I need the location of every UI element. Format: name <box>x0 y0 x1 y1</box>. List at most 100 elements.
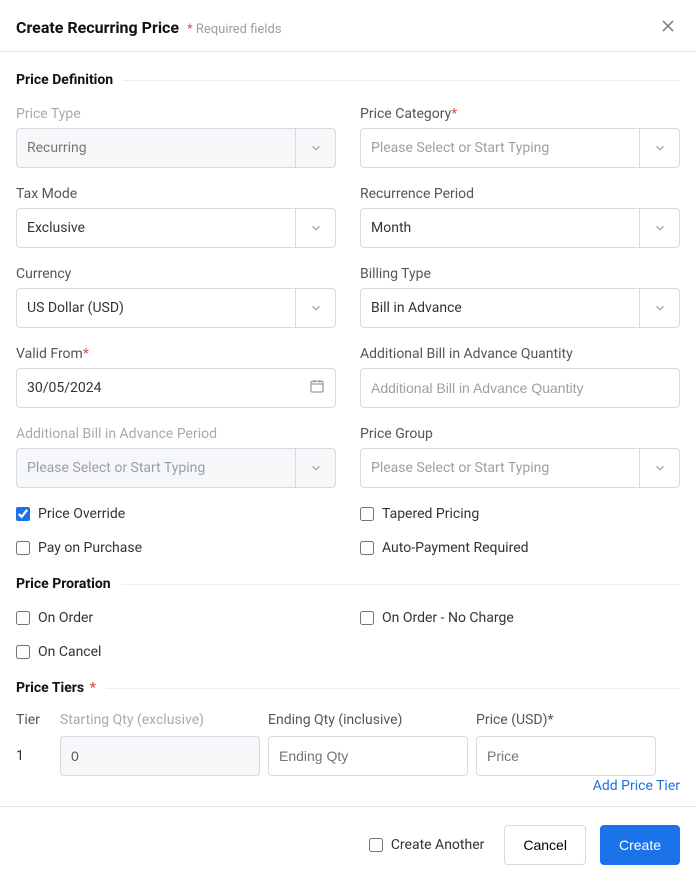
tiers-header: Tier Starting Qty (exclusive) Ending Qty… <box>16 700 680 728</box>
section-divider <box>106 688 680 689</box>
tier-ending-qty-input[interactable] <box>279 748 457 764</box>
add-tier-row: Add Price Tier <box>16 776 680 794</box>
select-value: Month <box>371 220 669 236</box>
section-divider <box>123 80 680 81</box>
select-value: US Dollar (USD) <box>27 300 325 316</box>
field-tax-mode: Tax Mode Exclusive <box>16 186 336 248</box>
select-tax-mode[interactable]: Exclusive <box>16 208 336 248</box>
checkbox-input-on-order-no-charge[interactable] <box>360 611 374 625</box>
tiers-col-ending-qty: Ending Qty (inclusive) <box>268 712 468 728</box>
section-title: Price Tiers * <box>16 680 96 696</box>
checkbox-input-tapered-pricing[interactable] <box>360 507 374 521</box>
field-recurrence-period: Recurrence Period Month <box>360 186 680 248</box>
tier-price-wrap <box>476 736 656 776</box>
select-placeholder: Please Select or Start Typing <box>27 460 325 476</box>
field-price-type: Price Type Recurring <box>16 106 336 168</box>
chevron-down-icon <box>295 289 335 327</box>
checkbox-label: On Order - No Charge <box>382 610 514 626</box>
checkbox-input-create-another[interactable] <box>369 838 383 852</box>
chevron-down-icon <box>639 449 679 487</box>
checkbox-input-on-cancel[interactable] <box>16 645 30 659</box>
checkbox-price-override[interactable]: Price Override <box>16 506 336 522</box>
label-recurrence-period: Recurrence Period <box>360 186 680 202</box>
dialog-title: Create Recurring Price <box>16 18 179 37</box>
section-divider <box>121 584 680 585</box>
field-currency: Currency US Dollar (USD) <box>16 266 336 328</box>
select-additional-bia-period[interactable]: Please Select or Start Typing <box>16 448 336 488</box>
field-billing-type: Billing Type Bill in Advance <box>360 266 680 328</box>
checkbox-label: Tapered Pricing <box>382 506 479 522</box>
field-additional-bia-period: Additional Bill in Advance Period Please… <box>16 426 336 488</box>
input-additional-bia-qty-wrap <box>360 368 680 408</box>
select-currency[interactable]: US Dollar (USD) <box>16 288 336 328</box>
price-proration-checkboxes: On Order On Order - No Charge On Cancel <box>16 596 680 660</box>
checkbox-tapered-pricing[interactable]: Tapered Pricing <box>360 506 680 522</box>
checkbox-label: Pay on Purchase <box>38 540 142 556</box>
select-billing-type[interactable]: Bill in Advance <box>360 288 680 328</box>
tier-ending-qty-wrap <box>268 736 468 776</box>
tier-index: 1 <box>16 748 52 764</box>
price-definition-grid: Price Type Recurring Price Category* Ple… <box>16 92 680 488</box>
label-valid-from: Valid From* <box>16 346 336 362</box>
cancel-button[interactable]: Cancel <box>504 825 586 865</box>
section-title: Price Proration <box>16 576 111 592</box>
checkbox-label: On Order <box>38 610 93 626</box>
section-price-tiers: Price Tiers * <box>16 660 680 700</box>
tiers-col-tier: Tier <box>16 712 52 728</box>
field-price-category: Price Category* Please Select or Start T… <box>360 106 680 168</box>
checkbox-on-cancel[interactable]: On Cancel <box>16 644 336 660</box>
dialog-footer: Create Another Cancel Create <box>0 806 696 883</box>
tier-starting-qty-input <box>71 748 249 764</box>
label-price-category: Price Category* <box>360 106 680 122</box>
chevron-down-icon <box>295 209 335 247</box>
select-placeholder: Please Select or Start Typing <box>371 460 669 476</box>
checkbox-input-auto-payment-required[interactable] <box>360 541 374 555</box>
add-price-tier-link[interactable]: Add Price Tier <box>593 778 680 794</box>
tier-price-input[interactable] <box>487 748 645 764</box>
select-price-category[interactable]: Please Select or Start Typing <box>360 128 680 168</box>
create-button[interactable]: Create <box>600 825 680 865</box>
select-recurrence-period[interactable]: Month <box>360 208 680 248</box>
chevron-down-icon <box>295 449 335 487</box>
field-additional-bia-qty: Additional Bill in Advance Quantity <box>360 346 680 408</box>
price-definition-checkboxes: Price Override Tapered Pricing Pay on Pu… <box>16 488 680 556</box>
label-additional-bia-qty: Additional Bill in Advance Quantity <box>360 346 680 362</box>
checkbox-on-order[interactable]: On Order <box>16 610 336 626</box>
label-billing-type: Billing Type <box>360 266 680 282</box>
dialog-body[interactable]: Price Definition Price Type Recurring Pr… <box>0 52 696 806</box>
close-icon <box>658 24 678 40</box>
input-valid-from[interactable]: 30/05/2024 <box>16 368 336 408</box>
field-valid-from: Valid From* 30/05/2024 <box>16 346 336 408</box>
label-currency: Currency <box>16 266 336 282</box>
label-price-group: Price Group <box>360 426 680 442</box>
close-button[interactable] <box>658 16 682 40</box>
required-fields-note: * Required fields <box>187 22 282 37</box>
checkbox-pay-on-purchase[interactable]: Pay on Purchase <box>16 540 336 556</box>
select-placeholder: Please Select or Start Typing <box>371 140 669 156</box>
checkbox-label: On Cancel <box>38 644 101 660</box>
checkbox-auto-payment-required[interactable]: Auto-Payment Required <box>360 540 680 556</box>
checkbox-label: Price Override <box>38 506 125 522</box>
checkbox-input-price-override[interactable] <box>16 507 30 521</box>
select-value: Recurring <box>27 140 325 156</box>
chevron-down-icon <box>639 129 679 167</box>
checkbox-label: Auto-Payment Required <box>382 540 529 556</box>
select-value: Bill in Advance <box>371 300 669 316</box>
date-value: 30/05/2024 <box>27 380 102 396</box>
select-price-group[interactable]: Please Select or Start Typing <box>360 448 680 488</box>
checkbox-on-order-no-charge[interactable]: On Order - No Charge <box>360 610 680 626</box>
calendar-icon <box>309 378 325 398</box>
select-value: Exclusive <box>27 220 325 236</box>
tiers-col-price: Price (USD)* <box>476 712 656 728</box>
section-price-proration: Price Proration <box>16 556 680 596</box>
section-title: Price Definition <box>16 72 113 88</box>
label-additional-bia-period: Additional Bill in Advance Period <box>16 426 336 442</box>
tier-row: 1 <box>16 728 680 776</box>
checkbox-create-another[interactable]: Create Another <box>369 837 485 853</box>
label-tax-mode: Tax Mode <box>16 186 336 202</box>
select-price-type[interactable]: Recurring <box>16 128 336 168</box>
dialog-header: Create Recurring Price * Required fields <box>0 0 696 52</box>
checkbox-input-pay-on-purchase[interactable] <box>16 541 30 555</box>
input-additional-bia-qty[interactable] <box>371 369 669 407</box>
checkbox-input-on-order[interactable] <box>16 611 30 625</box>
